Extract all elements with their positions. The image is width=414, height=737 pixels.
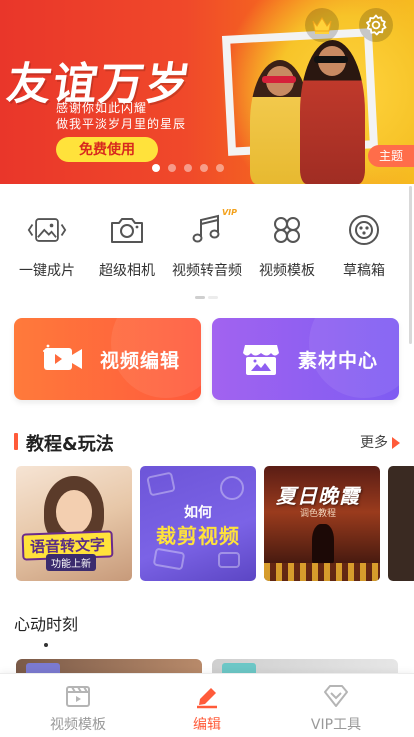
banner-dot[interactable] [184,164,192,172]
moment-card[interactable] [16,659,202,673]
thumb-decoration [146,471,176,497]
banner-subtitle: 感谢你如此闪耀 做我平淡岁月里的星辰 [56,100,186,132]
tool-label: 视频模板 [259,263,315,279]
tool-label: 超级相机 [99,263,155,279]
moment-card-tag [26,663,60,673]
video-template-icon [63,682,93,710]
video-edit-card[interactable]: 视频编辑 [14,318,201,400]
banner-dot[interactable] [152,164,160,172]
section-accent-bar [14,433,18,450]
thumb-silhouette [312,524,334,564]
image-sparkle-icon [27,210,67,250]
video-camera-icon [42,338,84,380]
thumb-decoration [220,476,244,500]
thumb-line2: 裁剪视频 [156,524,240,548]
banner-sunglasses-right [314,56,348,63]
card-decoration [111,318,201,398]
banner-subtitle-line1: 感谢你如此闪耀 [56,101,148,115]
tutorial-card-sunset[interactable]: 夏日晚霞 调色教程 [264,466,380,581]
more-label: 更多 [360,435,388,451]
tool-label: 草稿箱 [343,263,385,279]
tools-pager [195,296,218,299]
nav-edit[interactable]: 编辑 [138,682,276,734]
card-decoration [309,318,399,398]
nav-video-templates[interactable]: 视频模板 [9,682,147,734]
more-link[interactable]: 更多 [360,432,400,452]
thumb-decoration [152,547,186,571]
theme-tag[interactable]: 主题 [368,145,414,167]
tool-label: 一键成片 [19,263,75,279]
tool-one-click-video[interactable]: 一键成片 [5,210,89,280]
thumb-person-face [56,490,92,534]
tutorial-card-speech-to-text[interactable]: 语音转文字 功能上新 [16,466,132,581]
tutorials-header: 教程&玩法 更多 [14,430,400,455]
bottom-nav: 视频模板 编辑 VIP工具 [0,673,414,737]
moments-title: 心动时刻 [14,615,79,634]
tool-label: 视频转音频 [172,263,242,279]
banner-dot[interactable] [216,164,224,172]
material-center-card[interactable]: 素材中心 [212,318,399,400]
moments-indicator [44,643,48,647]
settings-button[interactable] [359,8,393,42]
shop-icon [240,338,282,380]
banner-subtitle-line2: 做我平淡岁月里的星辰 [56,117,187,131]
thumb-line1: 夏日晚霞 [276,484,360,508]
camera-icon [107,210,147,250]
banner-dot[interactable] [200,164,208,172]
tools-pager-inactive [208,296,218,299]
tool-video-to-audio[interactable]: VIP 视频转音频 [165,208,249,280]
vip-badge: VIP [221,208,237,217]
vip-crown-button[interactable] [305,8,339,42]
thumb-line1: 如何 [184,505,212,521]
moment-card-tag [222,663,256,673]
template-grid-icon [267,210,307,250]
tool-video-templates[interactable]: 视频模板 [245,210,329,280]
thumb-flowers [264,563,380,581]
tutorial-card-crop-video[interactable]: 如何 裁剪视频 [140,466,256,581]
tutorials-title: 教程&玩法 [26,434,114,455]
gear-icon [366,14,387,36]
vip-diamond-icon [321,682,351,710]
tutorial-card-next[interactable] [388,466,414,581]
arrow-right-icon [392,437,400,449]
banner-pagination [152,164,224,172]
thumb-tag: 功能上新 [46,554,96,571]
thumb-line2: 调色教程 [300,509,337,519]
banner-sunglasses-left [262,76,296,83]
crown-icon [312,17,332,34]
tool-super-camera[interactable]: 超级相机 [85,210,169,280]
free-use-button[interactable]: 免费使用 [56,137,158,162]
nav-vip-tools[interactable]: VIP工具 [267,682,405,734]
tools-row: 一键成片 超级相机 VIP 视频转音频 视频模板 草稿箱 [0,208,414,290]
nav-label: VIP工具 [310,717,362,733]
drafts-icon [344,210,384,250]
moment-card[interactable] [212,659,398,673]
tool-drafts[interactable]: 草稿箱 [322,210,406,280]
tools-pager-active [195,296,205,299]
hero-banner[interactable]: 友谊万岁 感谢你如此闪耀 做我平淡岁月里的星辰 免费使用 主题 [0,0,414,184]
nav-label: 编辑 [193,717,221,733]
edit-icon [192,682,222,710]
thumb-decoration [218,552,240,568]
banner-dot[interactable] [168,164,176,172]
tutorial-carousel[interactable]: 语音转文字 功能上新 如何 裁剪视频 夏日晚霞 调色教程 [16,466,414,581]
nav-label: 视频模板 [50,717,106,733]
